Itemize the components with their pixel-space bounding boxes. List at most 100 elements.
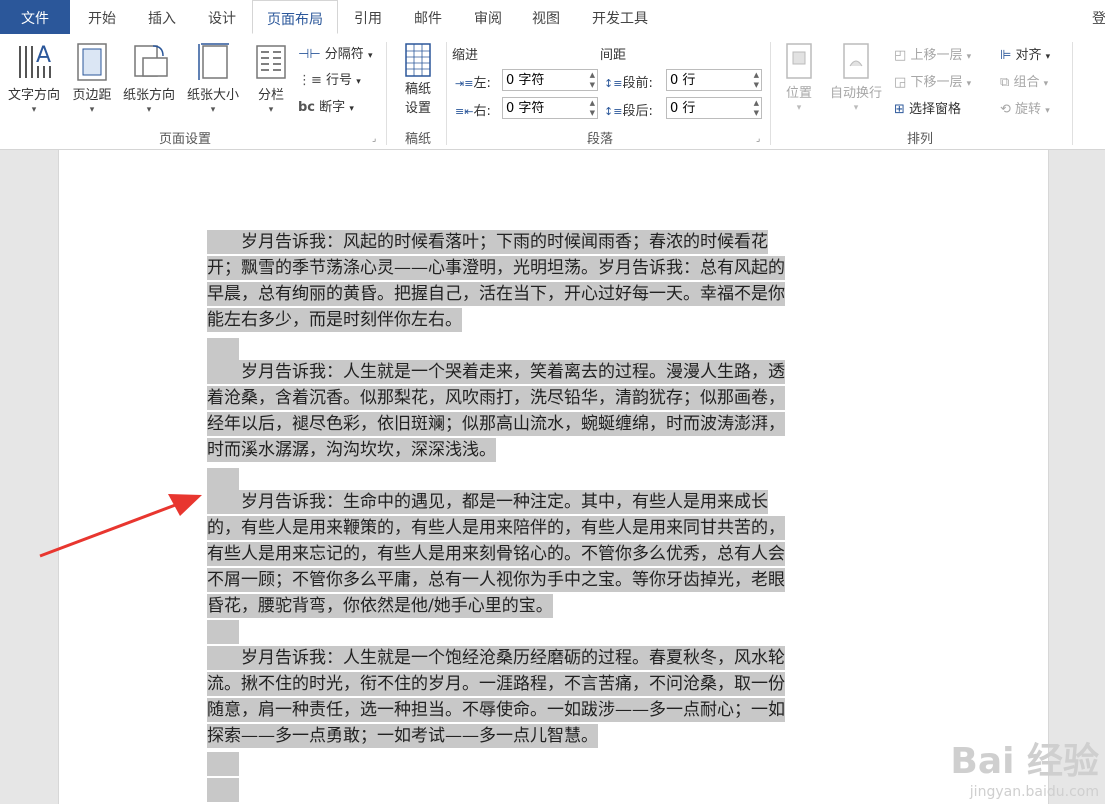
selected-empty-line[interactable]: [207, 620, 239, 644]
selected-text-line[interactable]: 早晨，总有绚丽的黄昏。把握自己，活在当下，开心过好每一天。幸福不是你: [207, 282, 785, 306]
margins-label: 页边距: [72, 88, 112, 103]
selected-empty-line[interactable]: [207, 778, 239, 802]
indent-right-icon: ≡⇤: [455, 105, 474, 118]
selected-text-line[interactable]: 流。揪不住的时光，衔不住的岁月。一涯路程，不言苦痛，不问沧桑，取一份: [207, 672, 785, 696]
chevron-down-icon: ▾: [356, 77, 361, 87]
spacing-before-input[interactable]: 0 行 ▲ ▼: [666, 69, 762, 91]
tab-design[interactable]: 设计: [194, 0, 250, 34]
spinner-icon[interactable]: ▲ ▼: [590, 70, 595, 90]
group-divider: [446, 42, 447, 145]
spacing-before-icon: ↕≡: [604, 77, 623, 90]
watermark-url: jingyan.baidu.com: [969, 784, 1099, 800]
selected-empty-line[interactable]: [207, 752, 239, 776]
tab-mailings[interactable]: 邮件: [400, 0, 456, 34]
chevron-down-icon: ▾: [853, 103, 859, 113]
selected-text-line[interactable]: 能左右多少，而是时刻伴你左右。: [207, 308, 462, 332]
selected-text-line[interactable]: 的，有些人是用来鞭策的，有些人是用来陪伴的，有些人是用来同甘共苦的，: [207, 516, 785, 540]
align-icon: ⊫: [1000, 48, 1012, 63]
hyphenation-button[interactable]: bc 断字 ▾: [298, 96, 354, 115]
chevron-down-icon: ▾: [966, 52, 972, 62]
group-icon: ⧉: [1000, 75, 1010, 90]
spacing-after-icon: ↕≡: [604, 105, 623, 118]
line-numbers-button[interactable]: ⋮≡ 行号 ▾: [298, 69, 361, 88]
bring-forward-button[interactable]: ◰ 上移一层 ▾: [894, 44, 971, 63]
ribbon: A 文字方向 ▾ 页边距 ▾ 纸张方向 ▾ 纸张大小 ▾ 分栏 ▾ ⊣⊢ 分隔符…: [0, 34, 1105, 150]
selected-text-line[interactable]: 岁月告诉我：人生就是一个哭着走来，笑着离去的过程。漫漫人生路，透: [207, 360, 785, 384]
breaks-button[interactable]: ⊣⊢ 分隔符 ▾: [298, 43, 372, 62]
spacing-before-label: ↕≡段前:: [604, 76, 653, 91]
selected-text-line[interactable]: 岁月告诉我：生命中的遇见，都是一种注定。其中，有些人是用来成长: [207, 490, 768, 514]
draft-settings-label-2: 设置: [404, 101, 431, 116]
draft-paper-icon: [405, 43, 431, 77]
chevron-down-icon: ▾: [1045, 106, 1050, 116]
account-name[interactable]: 登: [1092, 0, 1105, 34]
spinner-icon[interactable]: ▲ ▼: [754, 70, 759, 90]
selected-text-line[interactable]: 昏花，腰驼背弯，你依然是他/她手心里的宝。: [207, 594, 553, 618]
selected-text-line[interactable]: 经年以后，褪尽色彩，依旧斑斓；似那高山流水，蜿蜒缠绵，时而波涛澎湃，: [207, 412, 785, 436]
orientation-button[interactable]: 纸张方向 ▾: [118, 40, 180, 115]
indent-right-input[interactable]: 0 字符 ▲ ▼: [502, 97, 598, 119]
selection-pane-button[interactable]: ⊞ 选择窗格: [894, 98, 961, 117]
columns-button[interactable]: 分栏 ▾: [250, 40, 292, 115]
send-backward-button[interactable]: ◲ 下移一层 ▾: [894, 71, 971, 90]
dialog-launcher-icon[interactable]: ⌟: [756, 134, 760, 144]
tab-home[interactable]: 开始: [74, 0, 130, 34]
line-numbers-icon: ⋮≡: [298, 73, 322, 88]
selected-text-line[interactable]: 时而溪水潺潺，沟沟坎坎，深深浅浅。: [207, 438, 496, 462]
draft-settings-label-1: 稿纸: [404, 82, 431, 97]
paragraph-group-label: 段落: [586, 132, 613, 147]
send-backward-icon: ◲: [894, 75, 907, 90]
spacing-after-label: ↕≡段后:: [604, 104, 653, 119]
spacing-after-input[interactable]: 0 行 ▲ ▼: [666, 97, 762, 119]
tab-developer[interactable]: 开发工具: [582, 0, 658, 34]
tab-page-layout[interactable]: 页面布局: [252, 0, 338, 34]
page-setup-group-label: 页面设置: [158, 132, 211, 147]
tab-references[interactable]: 引用: [340, 0, 396, 34]
spinner-icon[interactable]: ▲ ▼: [754, 98, 759, 118]
selected-empty-line[interactable]: [207, 468, 239, 492]
selected-text-line[interactable]: 探索——多一点勇敢；一如考试——多一点儿智慧。: [207, 724, 598, 748]
selected-text-line[interactable]: 着沧桑，含着沉香。似那梨花，风吹雨打，洗尽铅华，清韵犹存；似那画卷，: [207, 386, 785, 410]
chevron-down-icon: ▾: [31, 105, 37, 115]
bring-forward-icon: ◰: [894, 48, 907, 63]
chevron-down-icon: ▾: [796, 103, 802, 113]
chevron-down-icon: ▾: [1045, 52, 1051, 62]
tab-review[interactable]: 审阅: [460, 0, 516, 34]
spinner-icon[interactable]: ▲ ▼: [590, 98, 595, 118]
rotate-button[interactable]: ⟲ 旋转 ▾: [1000, 98, 1050, 117]
selected-empty-line[interactable]: [207, 338, 239, 362]
dialog-launcher-icon[interactable]: ⌟: [372, 134, 376, 144]
group-button[interactable]: ⧉ 组合 ▾: [1000, 71, 1048, 90]
selected-text-line[interactable]: 随意，肩一种责任，选一种担当。不辱使命。一如跋涉——多一点耐心；一如: [207, 698, 785, 722]
watermark-logo: Bai 经验: [950, 741, 1099, 782]
draft-group-label: 稿纸: [404, 132, 431, 147]
text-direction-label: 文字方向: [7, 88, 60, 103]
size-button[interactable]: 纸张大小 ▾: [182, 40, 244, 115]
chevron-down-icon: ▾: [1043, 79, 1049, 89]
group-divider: [770, 42, 771, 145]
selected-text-line[interactable]: 不屑一顾；不管你多么平庸，总有一人视你为手中之宝。等你牙齿掉光，老眼: [207, 568, 785, 592]
selected-text-line[interactable]: 有些人是用来忘记的，有些人是用来刻骨铭心的。不管你多么优秀，总有人会: [207, 542, 785, 566]
tab-file[interactable]: 文件: [0, 0, 70, 34]
position-button[interactable]: 位置 ▾: [776, 42, 822, 113]
chevron-down-icon: ▾: [89, 105, 95, 115]
text-direction-icon: A: [19, 43, 51, 78]
tab-insert[interactable]: 插入: [134, 0, 190, 34]
margins-icon: [77, 43, 107, 81]
chevron-down-icon: ▾: [146, 105, 152, 115]
rotate-icon: ⟲: [1000, 102, 1011, 117]
margins-button[interactable]: 页边距 ▾: [66, 40, 118, 115]
columns-label: 分栏: [257, 88, 284, 103]
draft-settings-button[interactable]: 稿纸 设置: [394, 42, 442, 116]
selected-text-line[interactable]: 岁月告诉我：风起的时候看落叶；下雨的时候闻雨香；春浓的时候看花: [207, 230, 768, 254]
text-direction-button[interactable]: A 文字方向 ▾: [2, 40, 66, 115]
selected-text-line[interactable]: 开；飘雪的季节荡涤心灵——心事澄明，光明坦荡。岁月告诉我：总有风起的: [207, 256, 785, 280]
indent-left-icon: ⇥≡: [455, 77, 474, 90]
indent-left-input[interactable]: 0 字符 ▲ ▼: [502, 69, 598, 91]
selected-text-line[interactable]: 岁月告诉我：人生就是一个饱经沧桑历经磨砺的过程。春夏秋冬，风水轮: [207, 646, 785, 670]
tab-view[interactable]: 视图: [518, 0, 574, 34]
breaks-icon: ⊣⊢: [298, 47, 321, 62]
wrap-text-button[interactable]: 自动换行 ▾: [824, 42, 888, 113]
align-button[interactable]: ⊫ 对齐 ▾: [1000, 44, 1050, 63]
ribbon-tab-bar: 文件 开始 插入 设计 页面布局 引用 邮件 审阅 视图 开发工具 登: [0, 0, 1105, 35]
